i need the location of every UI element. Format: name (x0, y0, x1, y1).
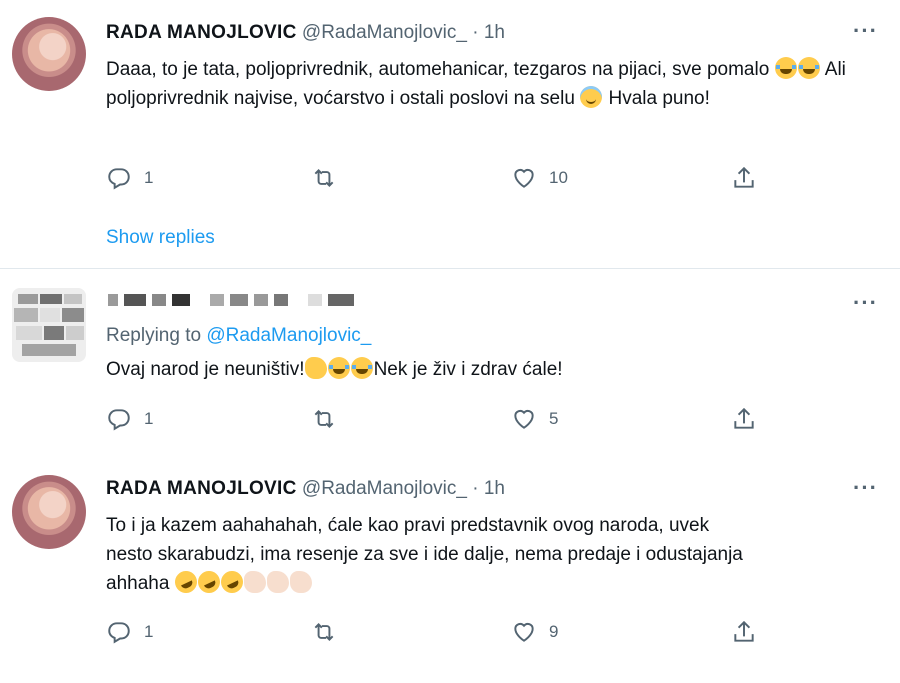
tweet-text-line-2: nesto skarabudzi, ima resenje za sve i i… (106, 544, 743, 565)
separator-dot: · (472, 22, 479, 43)
retweet-button[interactable] (311, 165, 349, 191)
avatar[interactable] (12, 17, 86, 91)
separator-dot: · (472, 478, 479, 499)
author-handle[interactable]: @RadaManojlovic_ (302, 22, 467, 43)
share-icon (734, 620, 754, 642)
tweet-text: Daaa, to je tata, poljoprivrednik, autom… (106, 55, 866, 113)
flexed-biceps-icon (304, 357, 327, 379)
timestamp[interactable]: 1h (484, 22, 505, 43)
share-button[interactable] (731, 619, 757, 645)
rolling-on-floor-laughing-icon (194, 567, 224, 597)
tweet-text-part-2: Nek je živ i zdrav ćale! (373, 359, 563, 380)
reply-count: 1 (144, 622, 154, 641)
show-replies-link[interactable]: Show replies (106, 227, 215, 249)
reply-icon (108, 409, 130, 431)
author-name[interactable]: RADA MANOJLOVIC (106, 478, 297, 499)
face-with-tears-of-joy-icon (774, 57, 797, 79)
smiling-face-with-halo-icon (580, 86, 603, 108)
rolling-on-floor-laughing-icon (171, 567, 201, 597)
tweet-2[interactable]: ··· Replying to @RadaManojlovic_ Ovaj na… (0, 268, 900, 463)
reply-count: 1 (144, 409, 154, 428)
face-with-tears-of-joy-icon (350, 357, 373, 379)
heart-icon (514, 622, 534, 642)
share-button[interactable] (731, 406, 757, 432)
tweet-text-line-1: To i ja kazem aahahahah, ćale kao pravi … (106, 515, 710, 536)
more-icon[interactable]: ··· (853, 290, 878, 316)
tweet-text: Ovaj narod je neuništiv! Nek je živ i zdr… (106, 355, 866, 384)
replying-to-prefix: Replying to (106, 325, 202, 346)
retweet-icon (314, 169, 334, 187)
tweet-3[interactable]: RADA MANOJLOVIC @RadaManojlovic_ · 1h ··… (0, 463, 900, 683)
avatar[interactable] (12, 288, 86, 362)
retweet-icon (314, 623, 334, 641)
like-count: 5 (549, 409, 559, 428)
reply-count: 1 (144, 168, 154, 187)
tweet-actions: 1 10 (106, 165, 786, 195)
flexed-biceps-icon (266, 571, 289, 593)
flexed-biceps-icon (289, 571, 312, 593)
author-handle[interactable]: @RadaManojlovic_ (302, 478, 467, 499)
timestamp[interactable]: 1h (484, 478, 505, 499)
tweet-actions: 1 9 (106, 619, 786, 649)
author-name[interactable]: RADA MANOJLOVIC (106, 22, 297, 43)
share-button[interactable] (731, 165, 757, 191)
replying-to: Replying to @RadaManojlovic_ (106, 325, 371, 347)
like-button[interactable]: 9 (511, 619, 558, 645)
reply-button[interactable]: 1 (106, 619, 153, 645)
replying-to-mention[interactable]: @RadaManojlovic_ (206, 325, 371, 346)
tweet-header: RADA MANOJLOVIC @RadaManojlovic_ · 1h (106, 478, 505, 500)
share-icon (734, 407, 754, 429)
like-button[interactable]: 10 (511, 165, 568, 191)
tweet-header: RADA MANOJLOVIC @RadaManojlovic_ · 1h (106, 22, 505, 44)
more-icon[interactable]: ··· (853, 475, 878, 501)
retweet-button[interactable] (311, 406, 349, 432)
like-count: 9 (549, 622, 559, 641)
tweet-actions: 1 5 (106, 406, 786, 436)
heart-icon (514, 168, 534, 188)
more-icon[interactable]: ··· (853, 18, 878, 44)
face-with-tears-of-joy-icon (797, 57, 820, 79)
tweet-text-line-3-wrap: ahhaha (106, 567, 866, 598)
tweet-text-line-3: ahhaha (106, 573, 175, 594)
retweet-button[interactable] (311, 619, 349, 645)
face-with-tears-of-joy-icon (327, 357, 350, 379)
rolling-on-floor-laughing-icon (217, 567, 247, 597)
reply-icon (108, 622, 130, 644)
reply-button[interactable]: 1 (106, 165, 153, 191)
retweet-icon (314, 410, 334, 428)
share-icon (734, 166, 754, 188)
reply-button[interactable]: 1 (106, 406, 153, 432)
tweet-text-part-1: Daaa, to je tata, poljoprivrednik, autom… (106, 59, 775, 80)
tweet-1[interactable]: RADA MANOJLOVIC @RadaManojlovic_ · 1h ··… (0, 0, 900, 269)
tweet-text-part-1: Ovaj narod je neuništiv! (106, 359, 305, 380)
avatar[interactable] (12, 475, 86, 549)
like-button[interactable]: 5 (511, 406, 558, 432)
tweet-text: To i ja kazem aahahahah, ćale kao pravi … (106, 511, 866, 598)
flexed-biceps-icon (243, 571, 266, 593)
redacted-author-name (108, 294, 354, 306)
heart-icon (514, 409, 534, 429)
tweet-text-part-3: Hvala puno! (603, 88, 710, 109)
reply-icon (108, 168, 130, 190)
like-count: 10 (549, 168, 568, 187)
